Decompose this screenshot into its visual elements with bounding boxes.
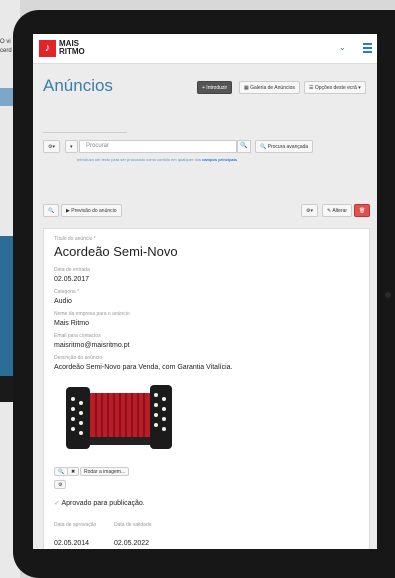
field-label: Nome da empresa para o anúncio <box>54 311 130 317</box>
field-label: Descrição do anúncio <box>54 355 103 361</box>
field-label: Categoria * <box>54 289 80 295</box>
field-value: 02.05.2014 <box>54 540 90 547</box>
remove-image-button[interactable]: ✖ <box>67 467 80 476</box>
settings-icon[interactable]: ⚙ <box>54 480 67 489</box>
page-title: Anúncios <box>43 76 113 95</box>
zoom-button[interactable]: 🔍 <box>43 204 60 217</box>
top-navbar: ♪ MAIS RITMO ⌄ <box>33 34 377 64</box>
rotate-image-button[interactable]: Rodar a imagem... <box>80 467 130 476</box>
tablet-camera <box>385 292 391 298</box>
record-card: Título do anúncio * Acordeão Semi-Novo D… <box>43 228 370 549</box>
search-options-dropdown[interactable]: ⚙▾ <box>43 140 60 153</box>
field-label: Data de aprovação <box>54 522 97 528</box>
advanced-search-button[interactable]: 🔍 Procura avançada <box>255 140 314 153</box>
chevron-down-icon[interactable]: ⌄ <box>339 43 346 52</box>
hamburger-icon[interactable] <box>363 43 372 55</box>
galeria-button[interactable]: ▦ Galeria de Anúncios <box>239 81 300 94</box>
field-value: Audio <box>54 298 72 305</box>
field-label: Data de validade <box>114 522 152 528</box>
search-input[interactable]: Procurar <box>79 140 237 153</box>
field-value: 02.05.2017 <box>54 276 90 283</box>
introduzir-button[interactable]: + Introduzir <box>197 81 233 94</box>
field-value: Acordeão Semi-Novo para Venda, com Garan… <box>54 364 233 371</box>
accordion-image[interactable] <box>64 381 174 461</box>
hint-link[interactable]: campos principais <box>202 157 237 162</box>
field-value: 02.05.2022 <box>114 540 150 547</box>
preview-button[interactable]: ▶ Previsão do anúncio <box>61 204 122 217</box>
field-label: Email para contactos <box>54 333 101 339</box>
approved-status: ✓ Aprovado para publicação. <box>54 500 145 507</box>
field-value: Mais Ritmo <box>54 320 90 327</box>
search-field-dropdown[interactable]: ▾ <box>65 140 78 153</box>
search-icon[interactable]: 🔍 <box>237 140 251 153</box>
app-screen: ♪ MAIS RITMO ⌄ Anúncios + Introduzir ▦ G… <box>33 34 377 549</box>
music-note-icon[interactable]: ♪ <box>39 40 56 57</box>
search-hint: Introduza um texto para ser procurado co… <box>77 157 238 162</box>
opcoes-button[interactable]: ☰ Opções deste ecrã ▾ <box>304 81 366 94</box>
divider <box>43 132 127 133</box>
search-icon: 🔍 <box>260 144 268 150</box>
field-label: Título do anúncio * <box>54 236 96 242</box>
field-value: maisritmo@maisritmo.pt <box>54 342 130 349</box>
alterar-button[interactable]: ✎ Alterar <box>322 204 353 217</box>
logo-text[interactable]: MAIS RITMO <box>59 40 99 56</box>
settings-dropdown[interactable]: ⚙▾ <box>301 204 318 217</box>
record-title: Acordeão Semi-Novo <box>54 244 178 259</box>
delete-button[interactable]: 🗑 <box>354 204 371 217</box>
field-label: Data de entrada <box>54 267 90 273</box>
